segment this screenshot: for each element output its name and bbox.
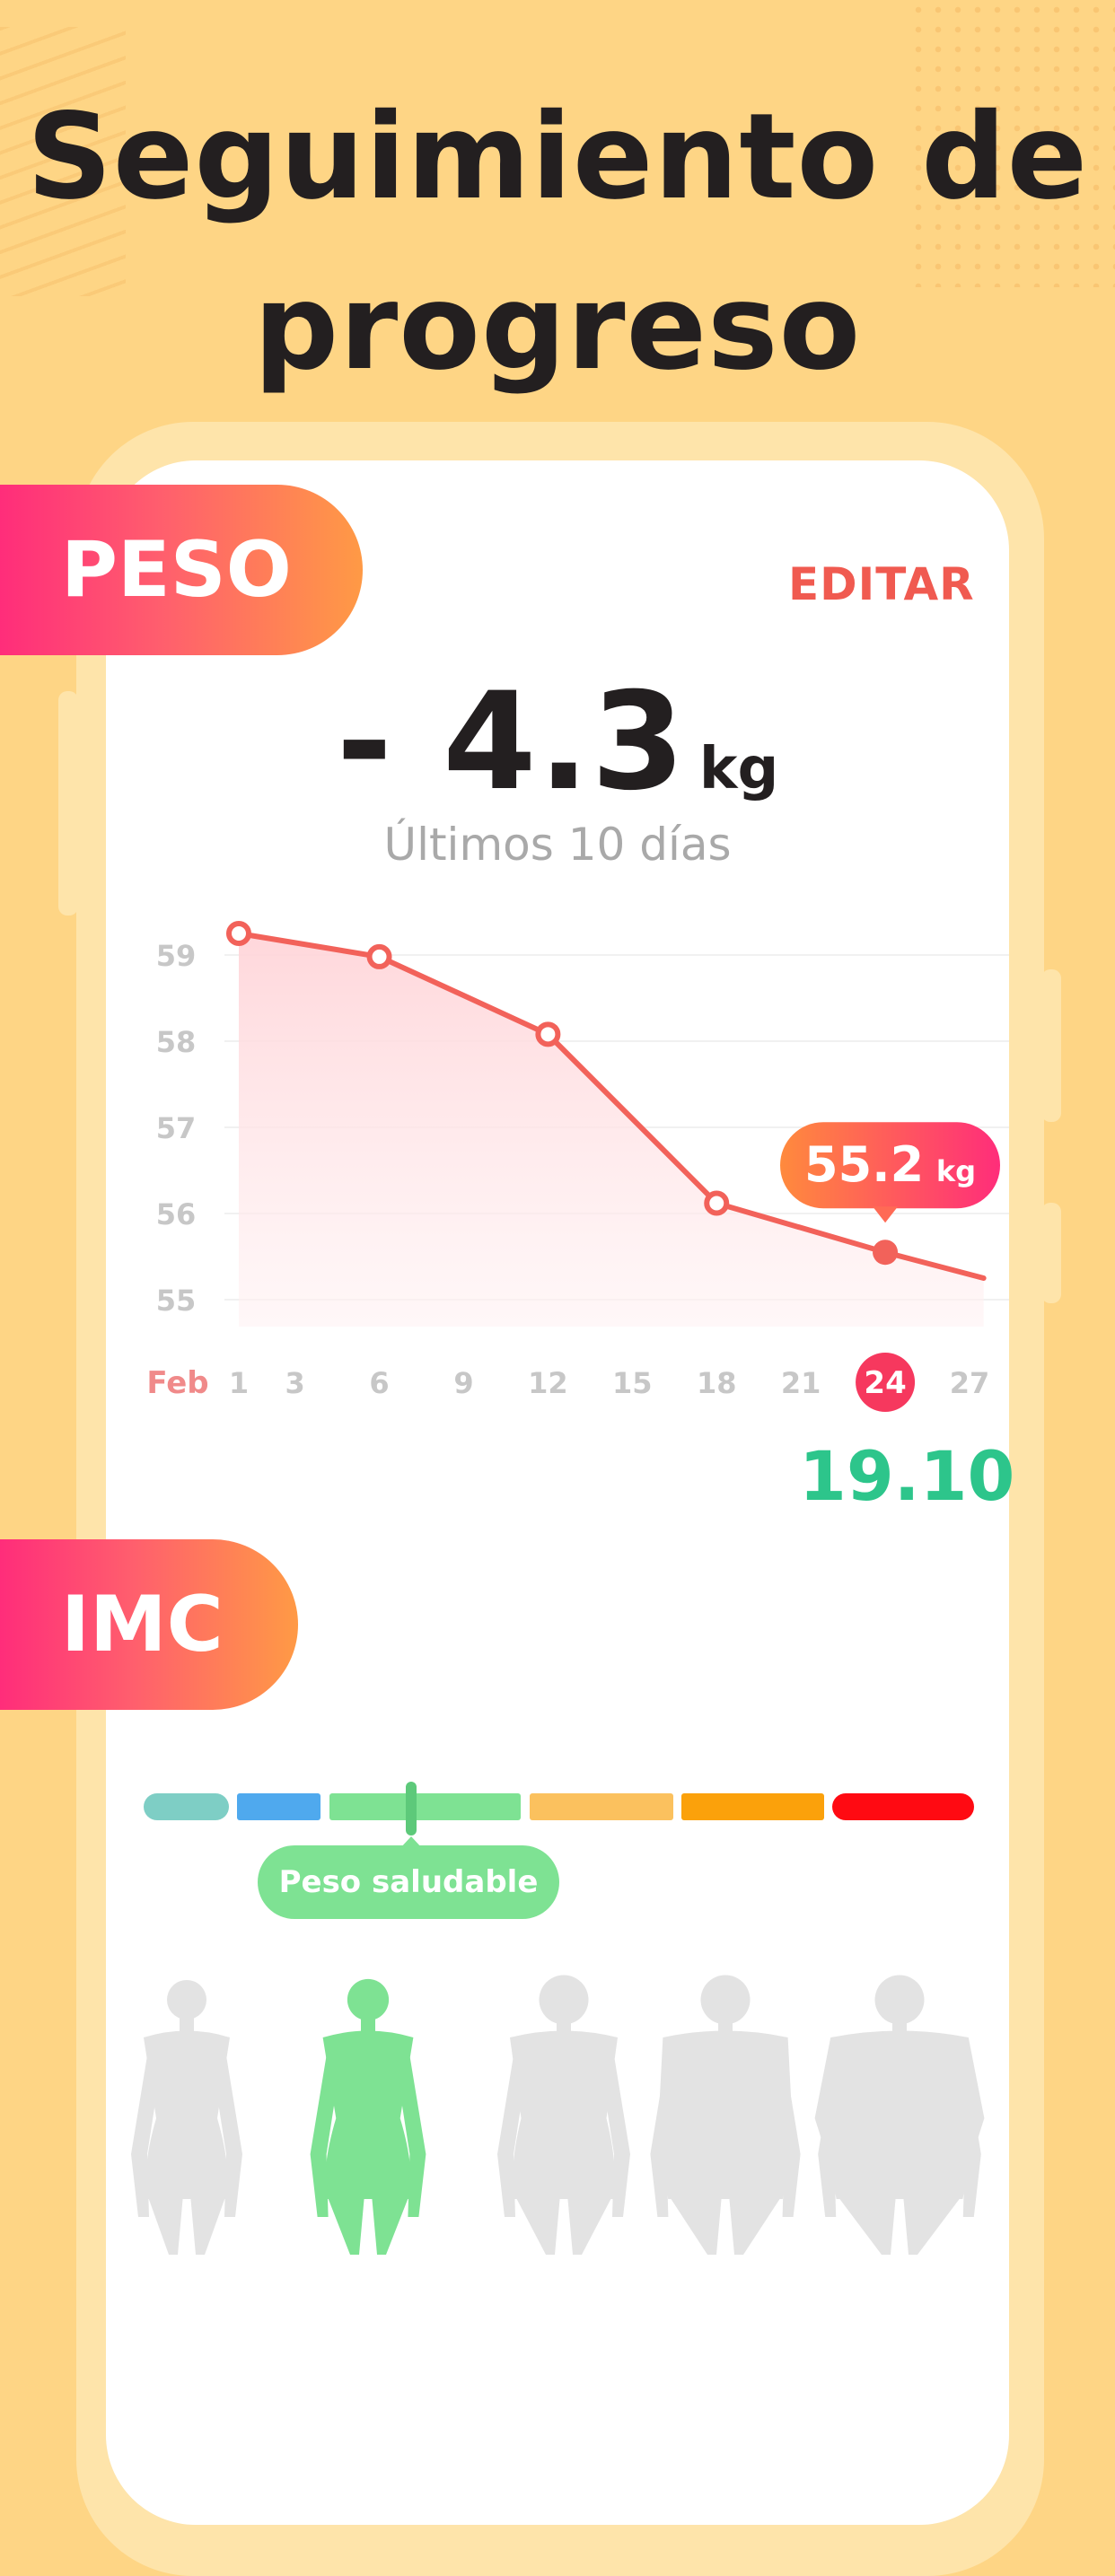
body-figure-active	[310, 1978, 426, 2255]
figure-left-leg	[836, 2195, 896, 2255]
figure-right-leg	[372, 2195, 410, 2255]
figure-torso	[658, 2030, 793, 2199]
bmi-value: 19.10	[799, 1436, 1015, 1516]
data-point	[366, 943, 392, 969]
x-tick-label-selected: 24	[864, 1365, 906, 1401]
tooltip-value: 55.2	[804, 1136, 924, 1193]
figure-neck	[361, 2014, 375, 2032]
data-point	[535, 1021, 561, 1047]
y-tick-label: 58	[156, 1025, 197, 1059]
weight-chart: 59 58 57 56 55 Feb 1 3 6 9 12 15 18 21 24 27 55.2 kg	[131, 921, 1009, 2255]
x-tick-label: 12	[528, 1366, 568, 1400]
x-tick-label: 1	[229, 1366, 249, 1400]
figure-neck	[718, 2014, 733, 2032]
x-tick-label: 18	[697, 1366, 737, 1400]
x-tick-label: 6	[369, 1366, 389, 1400]
figure-right-leg	[567, 2195, 613, 2255]
figure-torso	[322, 2030, 414, 2199]
bmi-section-pill: IMC	[0, 1539, 298, 1710]
body-figure	[814, 1975, 985, 2255]
y-tick-label: 59	[156, 939, 197, 973]
data-point	[226, 921, 251, 946]
data-point	[704, 1190, 730, 1216]
x-axis-month-label: Feb	[146, 1365, 208, 1401]
y-tick-label: 56	[156, 1197, 197, 1231]
bmi-status-badge: Peso saludable	[258, 1845, 559, 1919]
figure-left-leg	[668, 2195, 722, 2255]
figure-left-leg	[147, 2195, 183, 2255]
bmi-scale-segment	[237, 1793, 320, 1820]
x-tick-label: 3	[285, 1366, 304, 1400]
figure-head	[167, 1980, 206, 2020]
selected-data-point	[873, 1240, 899, 1266]
figure-neck	[557, 2014, 571, 2032]
y-tick-label: 57	[156, 1111, 197, 1145]
x-tick-label: 15	[612, 1366, 653, 1400]
body-figure	[650, 1975, 801, 2255]
selected-point-tooltip: 55.2 kg	[780, 1122, 1000, 1223]
bmi-scale-segment	[329, 1793, 521, 1820]
figure-torso	[144, 2030, 230, 2199]
figure-neck	[180, 2014, 194, 2032]
body-figure	[497, 1975, 630, 2255]
bmi-scale-segment	[530, 1793, 673, 1820]
y-tick-label: 55	[156, 1284, 197, 1318]
body-figure	[131, 1980, 242, 2255]
tooltip-unit: kg	[936, 1154, 976, 1188]
figure-right-leg	[729, 2195, 783, 2255]
x-tick-label: 9	[453, 1366, 473, 1400]
figure-left-leg	[326, 2195, 364, 2255]
bmi-scale-segment	[681, 1793, 824, 1820]
figure-neck	[892, 2014, 907, 2032]
figure-right-leg	[190, 2195, 226, 2255]
figure-right-leg	[903, 2195, 963, 2255]
bmi-pill-label: IMC	[61, 1580, 224, 1669]
bmi-scale-segment	[832, 1793, 974, 1820]
x-tick-label: 27	[950, 1366, 990, 1400]
bmi-indicator-marker	[406, 1782, 417, 1836]
x-tick-label: 21	[781, 1366, 821, 1400]
bmi-scale-segment	[144, 1793, 229, 1820]
figure-left-leg	[514, 2195, 560, 2255]
figure-torso	[510, 2030, 618, 2199]
bmi-status-label: Peso saludable	[278, 1864, 539, 1900]
